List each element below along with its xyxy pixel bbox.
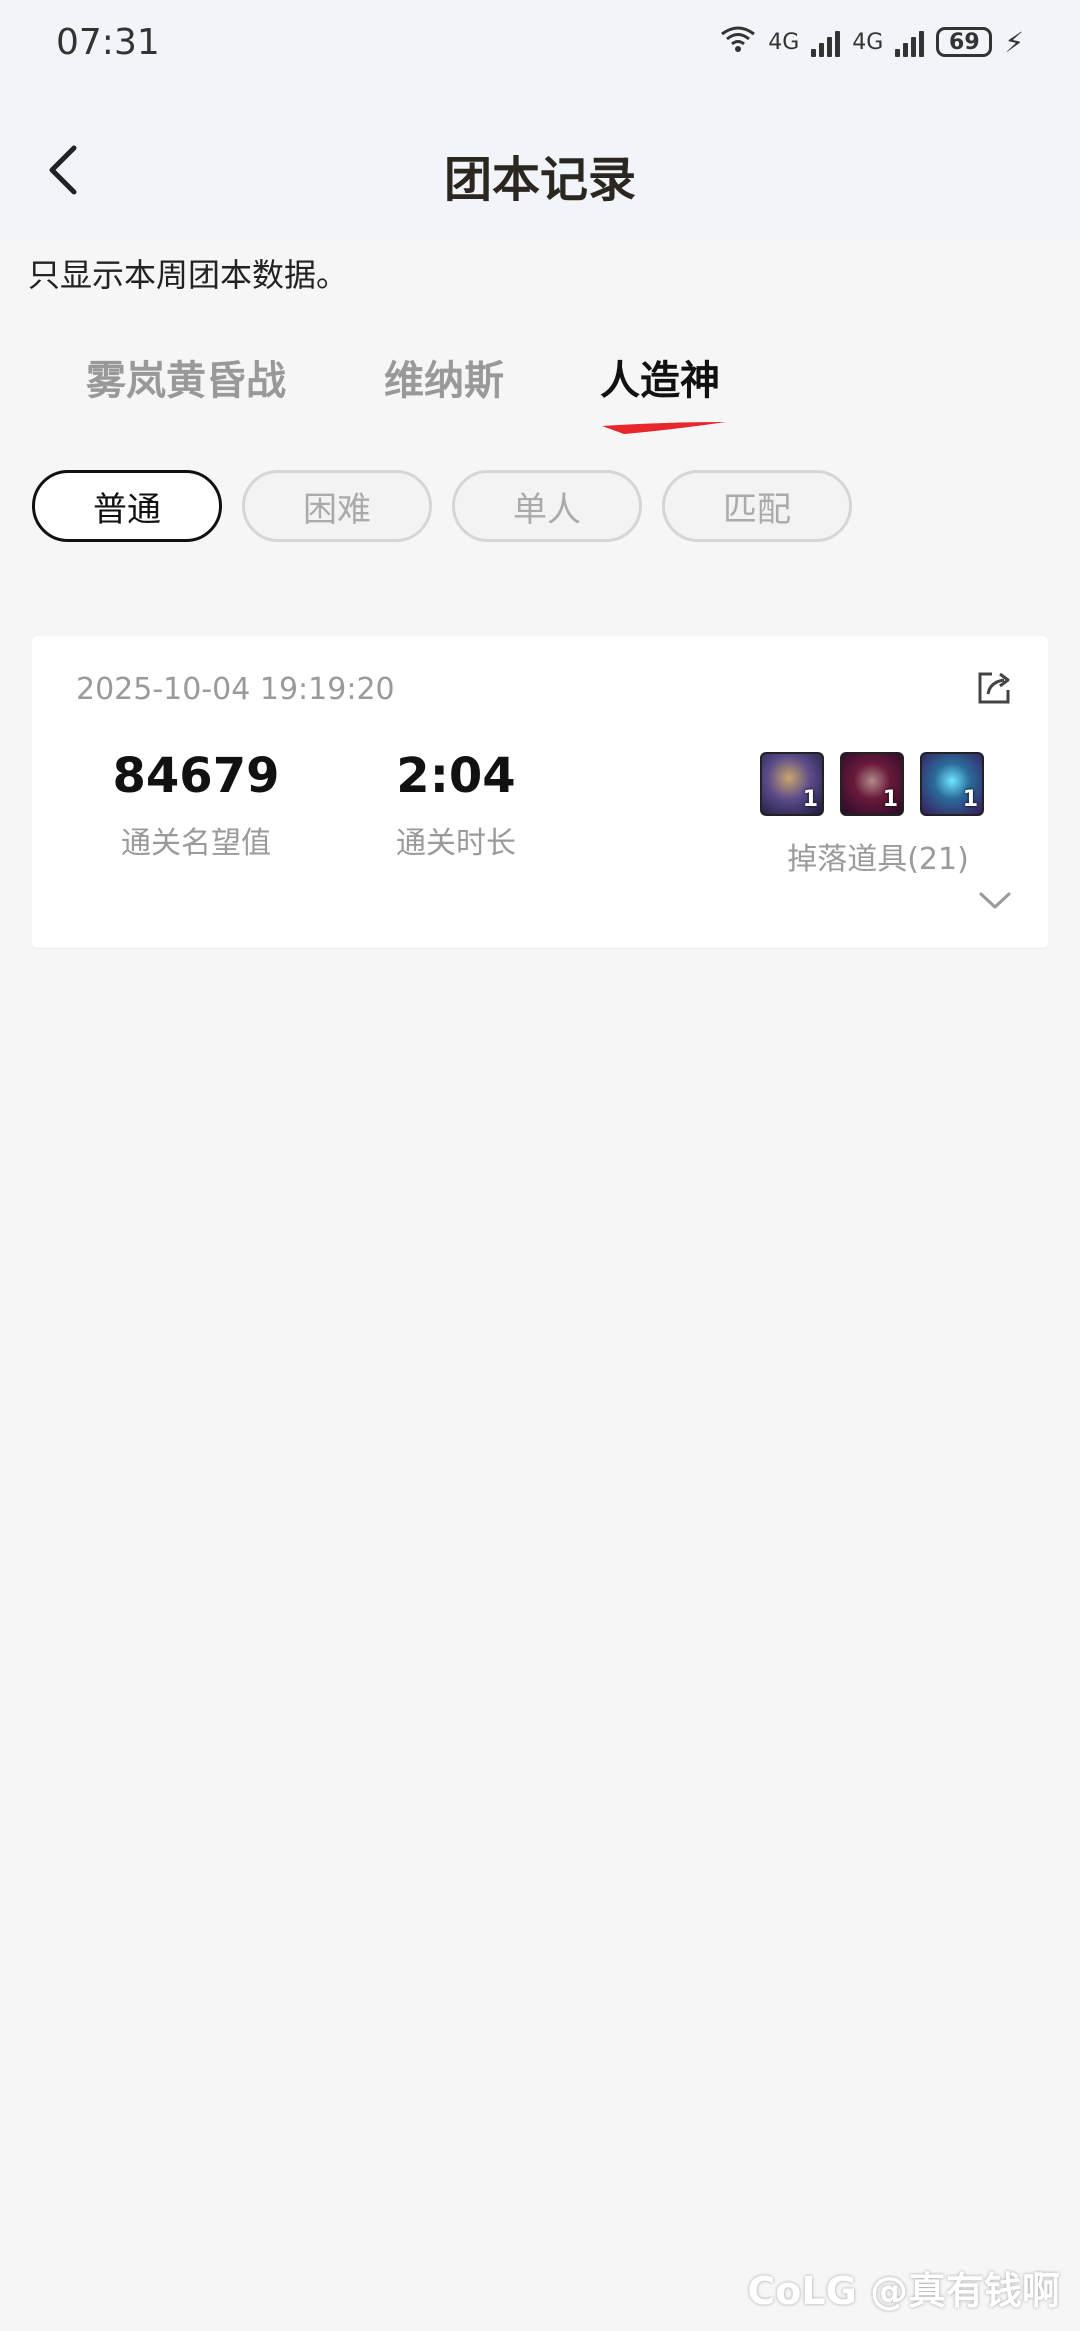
reputation-stat: 84679 通关名望值 (86, 748, 306, 862)
battery-icon: 69 (936, 27, 993, 57)
tab-mist-twilight[interactable]: 雾岚黄昏战 (86, 348, 286, 406)
status-bar: 07:31 4G 4G 69 ⚡ (0, 0, 1080, 88)
battery-level: 69 (949, 29, 980, 55)
header: 团本记录 (0, 88, 1080, 240)
duration-value: 2:04 (396, 748, 516, 804)
item-quantity: 1 (962, 787, 978, 812)
chevron-down-icon[interactable] (978, 890, 1012, 912)
raid-record-card[interactable]: 2025-10-04 19:19:20 84679 通关名望值 2:04 通关时… (32, 636, 1048, 948)
chip-solo[interactable]: 单人 (452, 470, 642, 542)
duration-label: 通关时长 (396, 826, 516, 861)
difficulty-filter: 普通 困难 单人 匹配 (0, 470, 1080, 544)
watermark: CoLG @真有钱啊 (747, 2269, 1060, 2313)
chip-normal[interactable]: 普通 (32, 470, 222, 542)
chip-match[interactable]: 匹配 (662, 470, 852, 542)
notice-text: 只显示本周团本数据。 (28, 256, 349, 294)
page-title: 团本记录 (443, 152, 636, 208)
active-tab-indicator (602, 422, 726, 434)
network-label-2: 4G (852, 29, 884, 55)
network-label-1: 4G (768, 29, 800, 55)
signal-icon-2 (895, 27, 925, 57)
reputation-value: 84679 (112, 748, 280, 804)
wifi-icon (720, 24, 756, 60)
charging-icon: ⚡ (1004, 25, 1024, 59)
tab-venus[interactable]: 维纳斯 (384, 348, 504, 406)
share-icon[interactable] (974, 668, 1014, 708)
raid-tabs: 雾岚黄昏战 维纳斯 人造神 (0, 340, 1080, 440)
drop-items: 1 1 1 (760, 752, 984, 816)
reputation-label: 通关名望值 (121, 826, 271, 861)
crystal-armor-item-icon[interactable]: 1 (920, 752, 984, 816)
item-quantity: 1 (802, 787, 818, 812)
helmet-item-icon[interactable]: 1 (760, 752, 824, 816)
chip-hard[interactable]: 困难 (242, 470, 432, 542)
signal-icon-1 (811, 27, 841, 57)
item-quantity: 1 (882, 787, 898, 812)
status-time: 07:31 (56, 22, 160, 63)
duration-stat: 2:04 通关时长 (346, 748, 566, 862)
status-icons: 4G 4G 69 ⚡ (720, 24, 1024, 60)
armor-item-icon[interactable]: 1 (840, 752, 904, 816)
tab-artificial-god[interactable]: 人造神 (600, 348, 720, 406)
record-datetime: 2025-10-04 19:19:20 (76, 672, 395, 707)
drop-items-label: 掉落道具(21) (787, 842, 969, 877)
